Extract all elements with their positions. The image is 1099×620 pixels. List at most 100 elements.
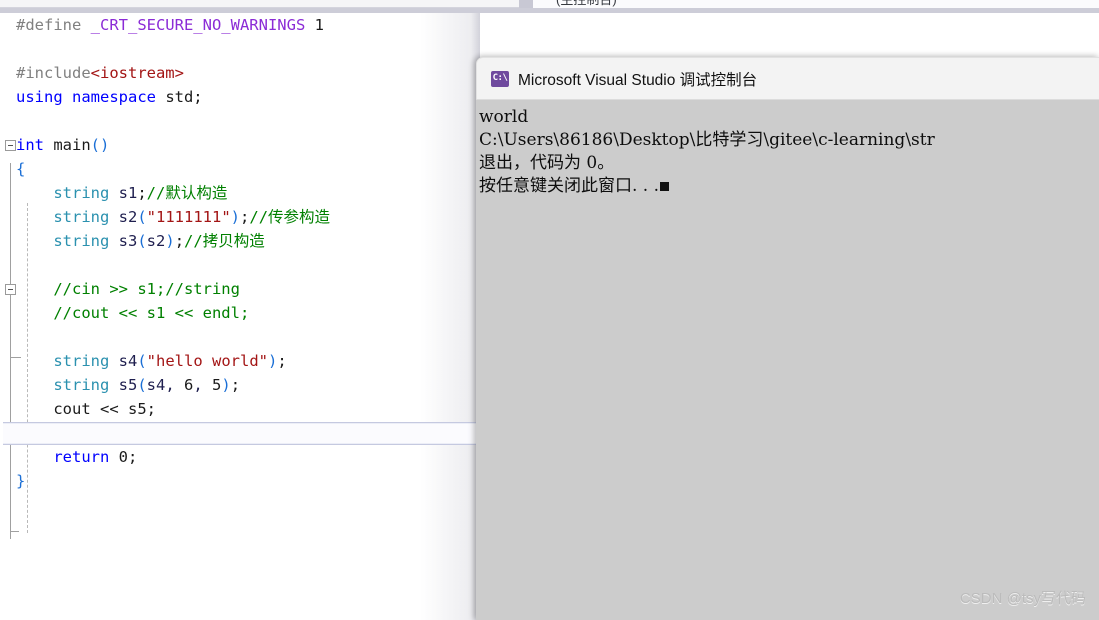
code-line[interactable]: //cin >> s1;//string xyxy=(0,277,480,301)
code-line[interactable]: string s3(s2);//拷贝构造 xyxy=(0,229,480,253)
code-token: return xyxy=(53,448,119,466)
code-line[interactable] xyxy=(0,253,480,277)
code-line[interactable]: string s2("1111111");//传参构造 xyxy=(0,205,480,229)
code-token: main xyxy=(53,136,91,154)
code-token: s4 xyxy=(109,352,138,370)
code-editor-pane[interactable]: #define _CRT_SECURE_NO_WARNINGS 1 #inclu… xyxy=(0,13,480,620)
code-token: //传参构造 xyxy=(249,208,331,226)
code-token: ( xyxy=(137,232,147,250)
code-line[interactable]: #include<iostream> xyxy=(0,61,480,85)
code-token: ; xyxy=(174,232,185,250)
code-token: ) xyxy=(165,232,175,250)
code-token: 6 xyxy=(184,376,194,394)
code-line[interactable]: //cout << s1 << endl; xyxy=(0,301,480,325)
clipped-toolbar-label: (主控制台) xyxy=(556,0,617,8)
console-output-line: 退出，代码为 0。 xyxy=(479,153,615,173)
code-token: 5 xyxy=(212,376,222,394)
code-token: << s5; xyxy=(100,400,156,418)
code-token: ) xyxy=(268,352,278,370)
code-text-region[interactable]: #define _CRT_SECURE_NO_WARNINGS 1 #inclu… xyxy=(0,13,480,493)
code-token: ; xyxy=(277,352,287,370)
code-token: string xyxy=(53,376,110,394)
code-token: s3 xyxy=(109,232,138,250)
code-token: //默认构造 xyxy=(146,184,228,202)
code-token: } xyxy=(16,472,26,490)
code-token: #include xyxy=(16,64,91,82)
code-line[interactable]: string s5(s4, 6, 5); xyxy=(0,373,480,397)
code-token: ) xyxy=(221,376,231,394)
code-token: ; xyxy=(128,448,138,466)
console-cursor xyxy=(660,182,670,191)
code-line[interactable]: { xyxy=(0,157,480,181)
code-token: ( xyxy=(137,208,147,226)
code-token: , xyxy=(193,376,213,394)
code-token: { xyxy=(16,160,26,178)
code-token: #define xyxy=(16,16,91,34)
code-line[interactable]: string s4("hello world"); xyxy=(0,349,480,373)
code-token: ; xyxy=(230,376,241,394)
code-token: string xyxy=(53,184,110,202)
code-line[interactable]: int main() xyxy=(0,133,480,157)
clipped-top-toolbar: (主控制台) xyxy=(0,0,1099,13)
code-line[interactable]: using namespace std; xyxy=(0,85,480,109)
code-line[interactable]: string s1;//默认构造 xyxy=(0,181,480,205)
code-token: //拷贝构造 xyxy=(184,232,265,250)
console-title-bar[interactable]: C:\ Microsoft Visual Studio 调试控制台 xyxy=(476,57,1099,99)
csdn-watermark: CSDN @tsy写代码 xyxy=(959,590,1086,607)
code-line[interactable] xyxy=(0,325,480,349)
console-window-title: Microsoft Visual Studio 调试控制台 xyxy=(518,71,758,89)
code-token: "1111111" xyxy=(146,208,231,226)
code-line[interactable]: cout << s5; xyxy=(0,397,480,421)
code-token: ( xyxy=(137,376,147,394)
code-line[interactable] xyxy=(0,421,480,445)
fold-end-bracket xyxy=(10,531,19,532)
code-token: ; xyxy=(137,184,147,202)
debug-console-window[interactable]: C:\ Microsoft Visual Studio 调试控制台 world C… xyxy=(476,57,1099,620)
code-token: //cout << s1 << endl; xyxy=(53,304,250,322)
console-output-area[interactable]: world C:\Users\86186\Desktop\比特学习\gitee\c… xyxy=(476,100,1099,620)
code-token: s2 xyxy=(146,232,166,250)
code-token: s2 xyxy=(109,208,138,226)
code-token: ( xyxy=(137,352,147,370)
command-prompt-icon-glyph: C:\ xyxy=(492,73,508,83)
console-output-line: 按任意键关闭此窗口. . . xyxy=(479,175,1099,198)
command-prompt-icon: C:\ xyxy=(491,70,509,87)
code-token: //cin >> s1;//string xyxy=(53,280,240,298)
code-line[interactable]: } xyxy=(0,469,480,493)
console-output-line: world xyxy=(479,107,529,127)
code-token: ) xyxy=(230,208,241,226)
code-line[interactable]: #define _CRT_SECURE_NO_WARNINGS 1 xyxy=(0,13,480,37)
code-token: cout xyxy=(16,400,100,418)
code-token: () xyxy=(90,136,110,154)
code-token: _CRT_SECURE_NO_WARNINGS xyxy=(90,16,306,34)
code-token: using namespace xyxy=(16,88,166,106)
code-line[interactable]: return 0; xyxy=(0,445,480,469)
code-token: s5 xyxy=(109,376,138,394)
clipped-toolbar-divider xyxy=(519,0,533,8)
code-token: <iostream> xyxy=(90,64,184,82)
code-token: s1 xyxy=(109,184,138,202)
code-token: string xyxy=(53,208,110,226)
clipped-toolbar-left-segment xyxy=(0,0,519,8)
code-token: 1 xyxy=(305,16,324,34)
code-line[interactable] xyxy=(0,37,480,61)
code-token: s4, xyxy=(146,376,184,394)
code-token: "hello world" xyxy=(146,352,268,370)
console-output-line: C:\Users\86186\Desktop\比特学习\gitee\c-lear… xyxy=(479,130,935,150)
screenshot-root: (主控制台) #define _CRT_SECURE_NO_WARNINGS 1… xyxy=(0,0,1099,620)
code-line[interactable] xyxy=(0,109,480,133)
code-token: int xyxy=(16,136,54,154)
code-token: string xyxy=(53,232,110,250)
code-token: string xyxy=(53,352,110,370)
code-token: ; xyxy=(240,208,250,226)
code-token: std; xyxy=(165,88,203,106)
code-token: 0 xyxy=(118,448,128,466)
